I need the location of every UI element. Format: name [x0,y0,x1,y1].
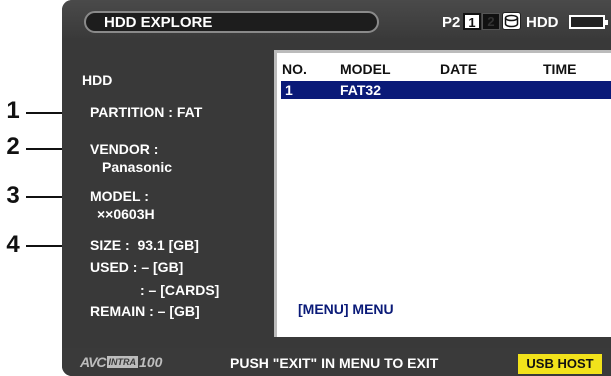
size-info: SIZE : 93.1 [GB] [90,237,199,253]
partition-info: PARTITION : FAT [90,104,203,120]
row-model: FAT32 [340,82,381,98]
callout-1: 1 [6,97,20,124]
screen-title: HDD EXPLORE [84,11,379,33]
model-value: ××0603H [97,206,155,222]
column-header-date: DATE [440,61,478,77]
callout-2: 2 [6,133,20,160]
bottom-bar: AVC INTRA 100 PUSH "EXIT" IN MENU TO EXIT … [62,348,611,376]
top-bar: HDD EXPLORE P2 1 2 HDD [62,0,611,38]
hdd-heading: HDD [82,72,113,88]
used-info: USED : – [GB] [90,259,184,275]
vendor-value: Panasonic [102,159,173,175]
table-row[interactable]: 1 FAT32 [281,81,611,99]
hdd-drive-icon [502,12,521,30]
usb-host-badge: USB HOST [518,354,602,374]
card-slot-1-icon: 1 [463,13,481,30]
column-header-time: TIME [543,61,577,77]
model-label: MODEL : [90,188,149,204]
avc-intra-logo: AVC INTRA 100 [80,354,163,370]
card-slot-2-icon: 2 [482,13,500,30]
row-no: 1 [285,82,293,98]
p2-label: P2 [442,14,461,31]
hdd-explore-screen: HDD EXPLORE P2 1 2 HDD HDD PARTITION : F… [62,0,611,376]
callout-3: 3 [6,182,20,209]
column-header-model: MODEL [340,61,391,77]
hdd-status-label: HDD [526,14,559,31]
exit-instruction: PUSH "EXIT" IN MENU TO EXIT [230,355,439,371]
callout-4: 4 [6,231,20,258]
column-header-no: NO. [282,61,307,77]
vendor-label: VENDOR : [90,141,159,157]
menu-hint: [MENU] MENU [298,301,394,317]
partition-table: NO. MODEL DATE TIME 1 FAT32 [MENU] MENU [274,50,611,337]
used-cards-info: : – [CARDS] [140,282,220,298]
battery-icon [569,15,608,29]
remain-info: REMAIN : – [GB] [90,303,200,319]
hdd-info-panel: HDD PARTITION : FAT VENDOR : Panasonic M… [62,38,274,342]
